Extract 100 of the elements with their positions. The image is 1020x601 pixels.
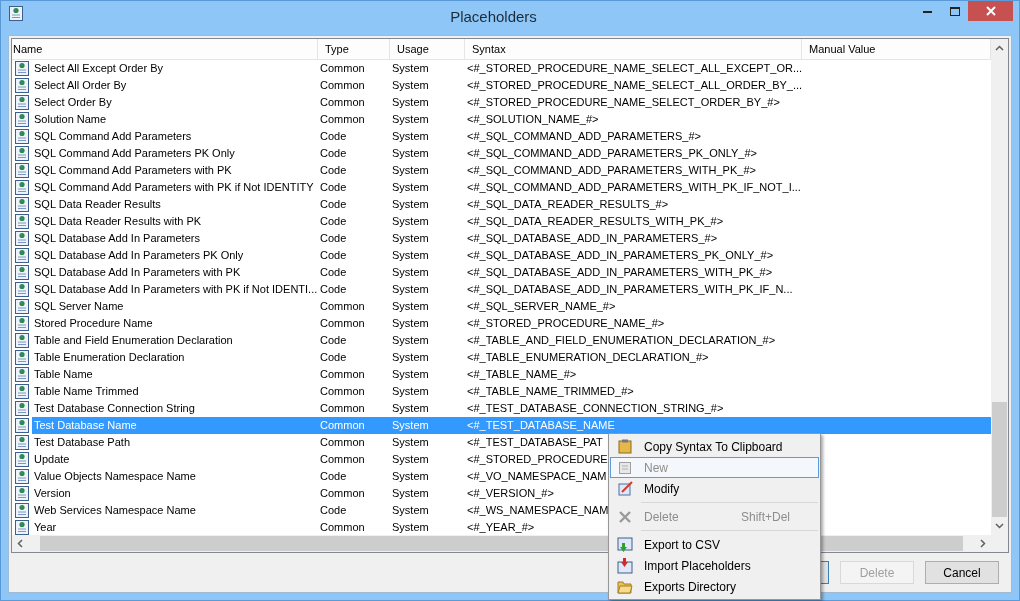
table-cell-text: Common: [319, 299, 365, 314]
table-cell-text: <#_STORED_PROCEDURE_NAME_#>: [466, 316, 665, 331]
close-icon: [985, 6, 996, 16]
placeholder-icon: [15, 333, 29, 348]
table-cell-text: Common: [319, 435, 365, 450]
table-cell-text: <#_STORED_PROCEDURE_NAME_SELECT_ALL_ORDER_BY_...: [466, 78, 803, 93]
table-cell[interactable]: Stored Procedure Name: [32, 316, 153, 331]
menu-item[interactable]: Modify: [610, 478, 819, 499]
table-cell-text: System: [391, 248, 429, 263]
placeholder-icon: [15, 163, 29, 178]
table-cell-text: Code: [319, 248, 347, 263]
menu-item[interactable]: Exports Directory: [610, 576, 819, 597]
column-header[interactable]: Usage: [390, 39, 465, 59]
table-cell-text: Code: [319, 265, 347, 280]
table-cell-text: Common: [319, 367, 365, 382]
window-title: Placeholders: [449, 8, 538, 25]
table-cell-text: <#_TEST_DATABASE_CONNECTION_STRING_#>: [466, 401, 724, 416]
table-cell[interactable]: Select All Except Order By: [32, 61, 163, 76]
table-cell[interactable]: SQL Command Add Parameters with PK: [32, 163, 232, 178]
table-cell[interactable]: SQL Data Reader Results with PK: [32, 214, 202, 229]
table-cell-text: System: [391, 214, 429, 229]
folder-icon: [617, 579, 633, 594]
table-cell[interactable]: Update: [32, 452, 70, 467]
column-header[interactable]: Type: [318, 39, 390, 59]
table-cell-text: Common: [319, 95, 365, 110]
table-cell-text: Code: [319, 214, 347, 229]
table-cell-text: Common: [319, 61, 365, 76]
column-header[interactable]: Syntax: [465, 39, 802, 59]
placeholder-icon: [15, 231, 29, 246]
dialog-button[interactable]: Cancel: [925, 561, 999, 584]
table-cell-text: <#_SQL_DATABASE_ADD_IN_PARAMETERS_WITH_PK_#>: [466, 265, 773, 280]
placeholder-icon: [15, 78, 29, 93]
table-cell[interactable]: Web Services Namespace Name: [32, 503, 196, 518]
table-cell[interactable]: Test Database Path: [32, 435, 130, 450]
menu-item[interactable]: Import Placeholders: [610, 555, 819, 576]
table-cell-text: <#_SQL_DATABASE_ADD_IN_PARAMETERS_PK_ONLY_#>: [466, 248, 774, 263]
table-cell[interactable]: SQL Command Add Parameters with PK if Not IDENTITY: [32, 180, 314, 195]
table-cell-text: System: [391, 112, 429, 127]
table-cell-text: <#_STORED_PROCEDURE_NAME_SELECT_ORDER_BY_#>: [466, 95, 780, 110]
table-cell-text: Common: [319, 418, 365, 433]
table-cell[interactable]: Solution Name: [32, 112, 107, 127]
table-cell-text: <#_TEST_DATABASE_NAME: [466, 418, 615, 433]
table-cell[interactable]: Value Objects Namespace Name: [32, 469, 196, 484]
table-cell[interactable]: Year: [32, 520, 57, 535]
menu-item[interactable]: Export to CSV: [610, 534, 819, 555]
table-cell-text: Code: [319, 503, 347, 518]
table-cell[interactable]: SQL Database Add In Parameters: [32, 231, 200, 246]
placeholder-icon: [15, 418, 29, 433]
placeholder-icon: [15, 367, 29, 382]
table-cell[interactable]: SQL Command Add Parameters: [32, 129, 192, 144]
scroll-down-icon: [995, 523, 1004, 529]
table-cell[interactable]: SQL Command Add Parameters PK Only: [32, 146, 235, 161]
table-cell-text: Common: [319, 401, 365, 416]
placeholder-icon: [15, 486, 29, 501]
table-cell-text: Code: [319, 180, 347, 195]
placeholder-icon: [15, 520, 29, 535]
placeholder-icon: [15, 265, 29, 280]
table-cell-text: System: [391, 469, 429, 484]
column-header[interactable]: Name: [12, 39, 318, 59]
table-cell[interactable]: Test Database Connection String: [32, 401, 195, 416]
placeholder-icon: [15, 299, 29, 314]
placeholder-icon: [15, 452, 29, 467]
table-cell[interactable]: Table Name Trimmed: [32, 384, 139, 399]
table-cell-text: <#_SQL_COMMAND_ADD_PARAMETERS_PK_ONLY_#>: [466, 146, 757, 161]
table-cell-text: Code: [319, 129, 347, 144]
table-cell[interactable]: Select Order By: [32, 95, 112, 110]
menu-item[interactable]: Copy Syntax To Clipboard: [610, 436, 819, 457]
table-cell[interactable]: SQL Database Add In Parameters with PK if Not IDENTI...: [32, 282, 318, 297]
table-cell-text: <#_SQL_DATA_READER_RESULTS_#>: [466, 197, 669, 212]
table-cell-text: Common: [319, 384, 365, 399]
scroll-thumb[interactable]: [992, 402, 1007, 517]
minimize-icon: [923, 9, 932, 13]
table-cell[interactable]: Version: [32, 486, 71, 501]
table-cell[interactable]: SQL Server Name: [32, 299, 124, 314]
table-cell[interactable]: SQL Data Reader Results: [32, 197, 161, 212]
table-download-icon: [617, 536, 633, 553]
table-cell-text: Code: [319, 333, 347, 348]
table-cell-text: <#_TABLE_NAME_TRIMMED_#>: [466, 384, 634, 399]
table-cell[interactable]: Select All Order By: [32, 78, 127, 93]
table-cell[interactable]: SQL Database Add In Parameters with PK: [32, 265, 241, 280]
close-button[interactable]: [968, 1, 1013, 21]
table-cell-text: Code: [319, 146, 347, 161]
table-cell-text: System: [391, 418, 429, 433]
table-cell-text: Code: [319, 231, 347, 246]
table-cell-text: System: [391, 367, 429, 382]
placeholder-icon: [15, 503, 29, 518]
table-cell-text: Common: [319, 112, 365, 127]
table-cell[interactable]: Table Enumeration Declaration: [32, 350, 185, 365]
table-cell-text: Code: [319, 163, 347, 178]
table-cell-text: <#_VERSION_#>: [466, 486, 554, 501]
table-cell-text: System: [391, 503, 429, 518]
table-cell[interactable]: Table Name: [32, 367, 93, 382]
table-cell[interactable]: SQL Database Add In Parameters PK Only: [32, 248, 244, 263]
placeholder-icon: [15, 282, 29, 297]
table-cell[interactable]: Table and Field Enumeration Declaration: [32, 333, 233, 348]
table-cell-text: System: [391, 180, 429, 195]
vertical-scrollbar[interactable]: [991, 39, 1008, 535]
placeholder-icon: [15, 129, 29, 144]
table-cell-text: System: [391, 163, 429, 178]
table-cell-text: <#_STORED_PROCEDURE_NAME_SELECT_ALL_EXCEPT_OR...: [466, 61, 803, 76]
